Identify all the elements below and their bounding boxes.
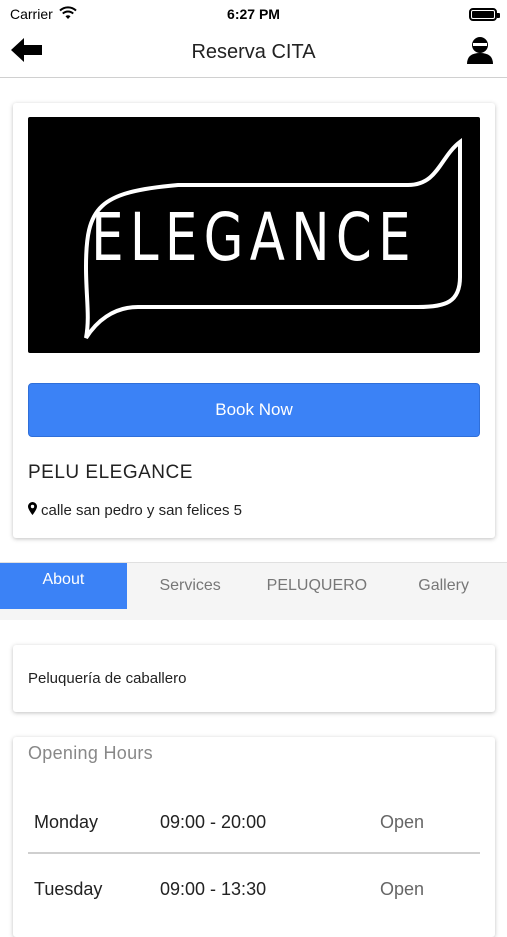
carrier-label: Carrier <box>10 6 53 22</box>
business-logo: ELEGANCE <box>28 117 480 353</box>
business-address: calle san pedro y san felices 5 <box>28 502 242 519</box>
opening-hours-title: Opening Hours <box>28 743 153 763</box>
business-name: PELU ELEGANCE <box>28 462 193 483</box>
user-avatar-icon <box>465 35 495 70</box>
address-text: calle san pedro y san felices 5 <box>41 502 242 519</box>
tab-gallery[interactable]: Gallery <box>380 563 507 620</box>
arrow-left-icon <box>11 37 43 68</box>
row-divider <box>28 852 480 854</box>
tab-about[interactable]: About <box>0 563 127 609</box>
logo-text: ELEGANCE <box>91 199 417 276</box>
about-card: Peluquería de caballero <box>13 645 495 712</box>
status-left: Carrier <box>10 5 77 23</box>
hours-row: Tuesday 09:00 - 13:30 Open <box>28 859 480 919</box>
business-card: ELEGANCE Book Now PELU ELEGANCE calle sa… <box>13 103 495 538</box>
hours-day: Monday <box>34 811 99 832</box>
tab-peluquero[interactable]: PELUQUERO <box>254 563 381 620</box>
page-title: Reserva CITA <box>191 41 316 63</box>
hours-row: Monday 09:00 - 20:00 Open <box>28 792 480 852</box>
about-description: Peluquería de caballero <box>28 670 187 687</box>
wifi-icon <box>59 5 77 23</box>
navbar: Reserva CITA <box>0 28 507 78</box>
hours-time: 09:00 - 13:30 <box>160 878 267 899</box>
hours-time: 09:00 - 20:00 <box>160 811 267 832</box>
profile-button[interactable] <box>463 36 497 70</box>
map-marker-icon <box>28 502 37 519</box>
hours-status: Open <box>380 878 425 899</box>
tab-bar: About Services PELUQUERO Gallery <box>0 562 507 620</box>
opening-hours-card: Opening Hours Monday 09:00 - 20:00 Open … <box>13 737 495 937</box>
hours-day: Tuesday <box>34 878 103 899</box>
book-now-button[interactable]: Book Now <box>28 383 480 437</box>
tab-services[interactable]: Services <box>127 563 254 620</box>
hours-status: Open <box>380 811 425 832</box>
status-bar: Carrier 6:27 PM <box>0 0 507 28</box>
battery-icon <box>469 7 500 21</box>
back-button[interactable] <box>10 36 44 70</box>
